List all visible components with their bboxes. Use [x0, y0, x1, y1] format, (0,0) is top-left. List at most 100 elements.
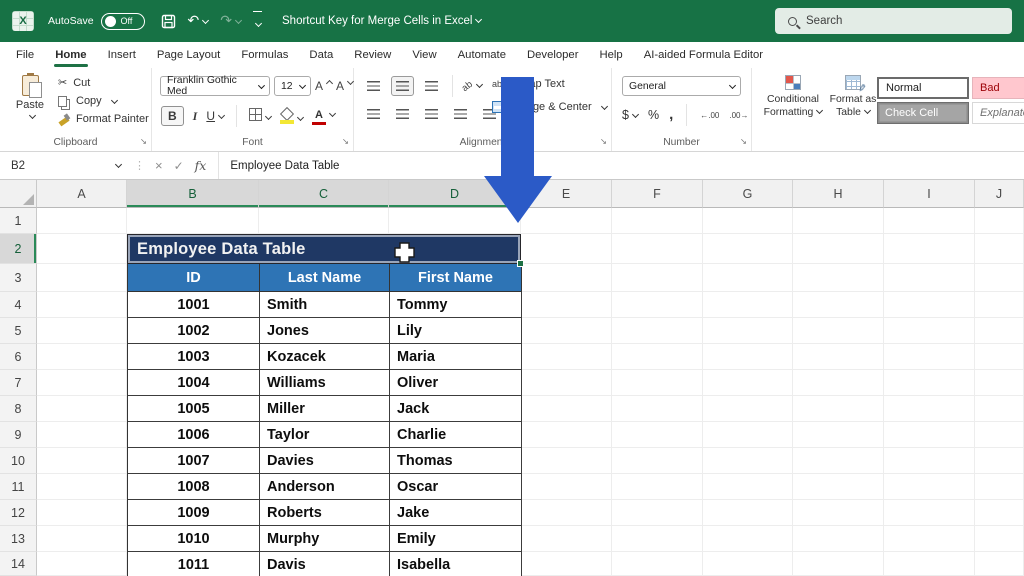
tab-formulas[interactable]: Formulas [240, 43, 289, 67]
grid-cell-a7[interactable] [37, 370, 127, 396]
grid-cell-a11[interactable] [37, 474, 127, 500]
row-header-6[interactable]: 6 [0, 344, 37, 370]
grid-cell-a8[interactable] [37, 396, 127, 422]
underline-button[interactable]: U [206, 109, 224, 123]
grid-cell-e10[interactable] [521, 448, 612, 474]
grid-cell-i10[interactable] [884, 448, 975, 474]
alignment-dialog-launcher-icon[interactable]: ↘ [600, 136, 607, 147]
grid-cell-g6[interactable] [703, 344, 793, 370]
grid-cell-j8[interactable] [975, 396, 1024, 422]
tab-view[interactable]: View [411, 43, 437, 67]
grid-cell-i2[interactable] [884, 234, 975, 264]
column-header-d[interactable]: D [389, 180, 521, 208]
column-header-a[interactable]: A [37, 180, 127, 208]
grid-cell-a12[interactable] [37, 500, 127, 526]
grid-cell-e3[interactable] [521, 264, 612, 292]
table-header-id[interactable]: ID [128, 264, 260, 292]
bottom-align-button[interactable] [420, 76, 443, 96]
table-cell[interactable]: Anderson [260, 474, 390, 500]
grid-cell-f1[interactable] [612, 208, 703, 234]
table-cell[interactable]: Thomas [390, 448, 522, 474]
tab-help[interactable]: Help [598, 43, 623, 67]
autosave-toggle[interactable]: Off [101, 13, 145, 30]
table-cell[interactable]: Murphy [260, 526, 390, 552]
grid-cell-h5[interactable] [793, 318, 884, 344]
table-cell[interactable]: 1004 [128, 370, 260, 396]
document-title[interactable]: Shortcut Key for Merge Cells in Excel [282, 15, 481, 27]
tab-automate[interactable]: Automate [457, 43, 507, 67]
grid-cell-a1[interactable] [37, 208, 127, 234]
redo-button[interactable]: ↷ [220, 12, 241, 30]
tab-data[interactable]: Data [308, 43, 334, 67]
row-header-8[interactable]: 8 [0, 396, 37, 422]
grid-cell-i3[interactable] [884, 264, 975, 292]
copy-button[interactable]: Copy [58, 95, 149, 107]
table-cell[interactable]: Charlie [390, 422, 522, 448]
grid-cell-g12[interactable] [703, 500, 793, 526]
decrease-font-size-button[interactable]: A [336, 79, 353, 93]
grid-cell-g7[interactable] [703, 370, 793, 396]
grid-cell-e2[interactable] [521, 234, 612, 264]
grid-cell-b1[interactable] [127, 208, 259, 234]
column-header-g[interactable]: G [703, 180, 793, 208]
table-cell[interactable]: 1009 [128, 500, 260, 526]
grid-cell-i9[interactable] [884, 422, 975, 448]
grid-cell-f13[interactable] [612, 526, 703, 552]
row-header-7[interactable]: 7 [0, 370, 37, 396]
table-cell[interactable]: Taylor [260, 422, 390, 448]
table-cell[interactable]: 1003 [128, 344, 260, 370]
formula-input[interactable]: Employee Data Table [218, 152, 1024, 179]
table-cell[interactable]: 1008 [128, 474, 260, 500]
save-icon[interactable] [161, 14, 176, 29]
grid-cell-j14[interactable] [975, 552, 1024, 576]
grid-cell-g1[interactable] [703, 208, 793, 234]
font-name-select[interactable]: Franklin Gothic Med [160, 76, 270, 96]
row-header-12[interactable]: 12 [0, 500, 37, 526]
table-cell[interactable]: Lily [390, 318, 522, 344]
table-cell[interactable]: Jack [390, 396, 522, 422]
row-header-14[interactable]: 14 [0, 552, 37, 576]
number-format-select[interactable]: General [622, 76, 741, 96]
grid-cell-f12[interactable] [612, 500, 703, 526]
percent-style-button[interactable]: % [648, 108, 659, 122]
format-as-table-button[interactable]: Format as Table [828, 75, 878, 119]
fill-handle[interactable] [517, 260, 524, 267]
merged-title-cell[interactable]: Employee Data Table [127, 234, 521, 264]
grid-cell-f3[interactable] [612, 264, 703, 292]
grid-cell-j10[interactable] [975, 448, 1024, 474]
tab-developer[interactable]: Developer [526, 43, 580, 67]
grid-cell-c1[interactable] [259, 208, 389, 234]
enter-icon[interactable]: ✓ [174, 159, 184, 173]
insert-function-icon[interactable]: fx [195, 158, 207, 173]
table-cell[interactable]: Tommy [390, 292, 522, 318]
column-header-j[interactable]: J [975, 180, 1024, 208]
excel-logo-icon[interactable]: X [12, 11, 34, 31]
tab-home[interactable]: Home [54, 43, 87, 67]
grid-cell-a6[interactable] [37, 344, 127, 370]
grid-cell-g5[interactable] [703, 318, 793, 344]
grid-cell-d1[interactable] [389, 208, 521, 234]
table-cell[interactable]: Smith [260, 292, 390, 318]
conditional-formatting-button[interactable]: Conditional Formatting [762, 75, 824, 119]
tab-page-layout[interactable]: Page Layout [156, 43, 221, 67]
grid-cell-i13[interactable] [884, 526, 975, 552]
table-cell[interactable]: Davies [260, 448, 390, 474]
italic-button[interactable]: I [193, 109, 198, 124]
grid-cell-a13[interactable] [37, 526, 127, 552]
grid-cell-e6[interactable] [521, 344, 612, 370]
grid-cell-j7[interactable] [975, 370, 1024, 396]
table-cell[interactable]: Davis [260, 552, 390, 576]
name-box[interactable]: B2 [0, 152, 130, 179]
row-header-4[interactable]: 4 [0, 292, 37, 318]
table-cell[interactable]: Maria [390, 344, 522, 370]
clipboard-dialog-launcher-icon[interactable]: ↘ [140, 136, 147, 147]
undo-button[interactable]: ↶ [188, 12, 209, 30]
grid-cell-g11[interactable] [703, 474, 793, 500]
middle-align-button[interactable] [391, 76, 414, 96]
column-header-e[interactable]: E [521, 180, 612, 208]
grid-cell-f4[interactable] [612, 292, 703, 318]
grid-cell-h10[interactable] [793, 448, 884, 474]
table-cell[interactable]: 1005 [128, 396, 260, 422]
table-cell[interactable]: Miller [260, 396, 390, 422]
column-header-f[interactable]: F [612, 180, 703, 208]
